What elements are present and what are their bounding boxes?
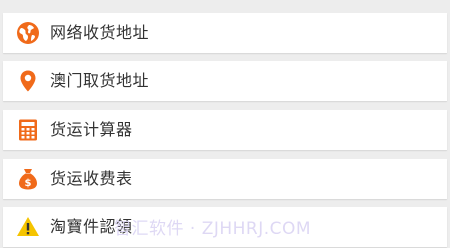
menu-item-shipping-rate-table[interactable]: $ 货运收费表 <box>3 159 447 199</box>
money-bag-icon: $ <box>16 167 40 191</box>
watermark: 智汇软件 · ZJHHRJ.COM <box>114 219 312 239</box>
menu-item-label: 澳门取货地址 <box>50 71 150 90</box>
menu-item-label: 网络收货地址 <box>50 23 150 42</box>
globe-icon <box>16 21 40 45</box>
menu-item-macau-pickup-address[interactable]: 澳门取货地址 <box>3 61 447 101</box>
menu-item-shipping-calculator[interactable]: 货运计算器 <box>3 110 447 150</box>
svg-text:$: $ <box>25 178 32 189</box>
warning-icon <box>16 215 40 239</box>
calculator-icon <box>16 118 40 142</box>
menu-item-online-shipping-address[interactable]: 网络收货地址 <box>3 13 447 53</box>
menu-item-label: 货运计算器 <box>50 120 133 139</box>
menu-item-label: 货运收费表 <box>50 169 133 188</box>
map-pin-icon <box>16 69 40 93</box>
